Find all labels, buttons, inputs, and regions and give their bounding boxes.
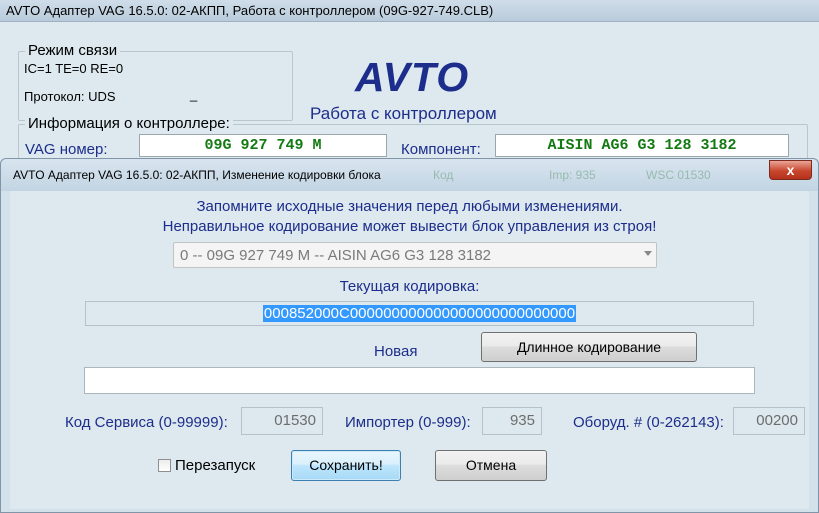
current-coding-field[interactable]: 000852000C000000000000000000000000000 bbox=[85, 301, 754, 326]
restart-label[interactable]: Перезапуск bbox=[175, 457, 255, 474]
close-icon: x bbox=[786, 162, 795, 178]
new-coding-input[interactable] bbox=[84, 367, 755, 394]
component-value: AISIN AG6 G3 128 3182 bbox=[495, 134, 789, 157]
vag-number-label: VAG номер: bbox=[25, 141, 108, 158]
protocol-label: Протокол: UDS bbox=[24, 89, 116, 104]
controller-subtitle: Работа с контроллером bbox=[310, 104, 497, 123]
vag-number-value: 09G 927 749 M bbox=[139, 134, 387, 157]
comm-status-line: IC=1 TE=0 RE=0 bbox=[24, 61, 124, 76]
chevron-down-icon bbox=[644, 251, 652, 256]
service-code-field[interactable]: 01530 bbox=[241, 407, 323, 435]
importer-field[interactable]: 935 bbox=[482, 407, 542, 435]
protocol-extra: _ bbox=[190, 87, 198, 102]
save-button[interactable]: Сохранить! bbox=[291, 450, 401, 481]
current-coding-label: Текущая кодировка: bbox=[339, 278, 480, 295]
close-button[interactable]: x bbox=[769, 160, 812, 180]
controller-info-legend: Информация о контроллере: bbox=[25, 115, 233, 132]
coding-dialog-title: AVTO Адаптер VAG 16.5.0: 02-АКПП, Измене… bbox=[13, 168, 381, 182]
warning-line-2: Неправильное кодирование может вывести б… bbox=[162, 218, 657, 235]
module-select-value: 0 -- 09G 927 749 M -- AISIN AG6 G3 128 3… bbox=[180, 247, 492, 264]
avto-logo: AVTO bbox=[355, 54, 470, 100]
current-coding-value: 000852000C000000000000000000000000000 bbox=[262, 305, 577, 322]
equipment-label: Оборуд. # (0-262143): bbox=[573, 414, 724, 431]
restart-checkbox[interactable] bbox=[158, 459, 171, 472]
comm-mode-legend: Режим связи bbox=[25, 42, 121, 59]
long-coding-button[interactable]: Длинное кодирование bbox=[481, 332, 697, 362]
equipment-field[interactable]: 00200 bbox=[733, 407, 805, 435]
main-window-titlebar: AVTO Адаптер VAG 16.5.0: 02-АКПП, Работа… bbox=[0, 0, 819, 22]
component-label: Компонент: bbox=[401, 141, 481, 158]
new-coding-label: Новая bbox=[374, 343, 418, 360]
warning-line-1: Запомните исходные значения перед любыми… bbox=[196, 198, 623, 215]
coding-dialog-titlebar: AVTO Адаптер VAG 16.5.0: 02-АКПП, Измене… bbox=[1, 159, 818, 191]
service-code-label: Код Сервиса (0-99999): bbox=[65, 414, 228, 431]
main-window-title: AVTO Адаптер VAG 16.5.0: 02-АКПП, Работа… bbox=[6, 3, 494, 18]
ghost-code-text: Код bbox=[433, 168, 454, 182]
coding-dialog-body: Запомните исходные значения перед любыми… bbox=[10, 191, 809, 509]
module-select[interactable]: 0 -- 09G 927 749 M -- AISIN AG6 G3 128 3… bbox=[173, 242, 657, 268]
ghost-imp-text: Imp: 935 bbox=[549, 168, 596, 182]
importer-label: Импортер (0-999): bbox=[345, 414, 471, 431]
coding-dialog: AVTO Адаптер VAG 16.5.0: 02-АКПП, Измене… bbox=[0, 158, 819, 513]
ghost-wsc-text: WSC 01530 bbox=[646, 168, 711, 182]
cancel-button[interactable]: Отмена bbox=[435, 450, 547, 481]
comm-mode-group: Режим связи IC=1 TE=0 RE=0 Протокол: UDS… bbox=[18, 42, 293, 121]
